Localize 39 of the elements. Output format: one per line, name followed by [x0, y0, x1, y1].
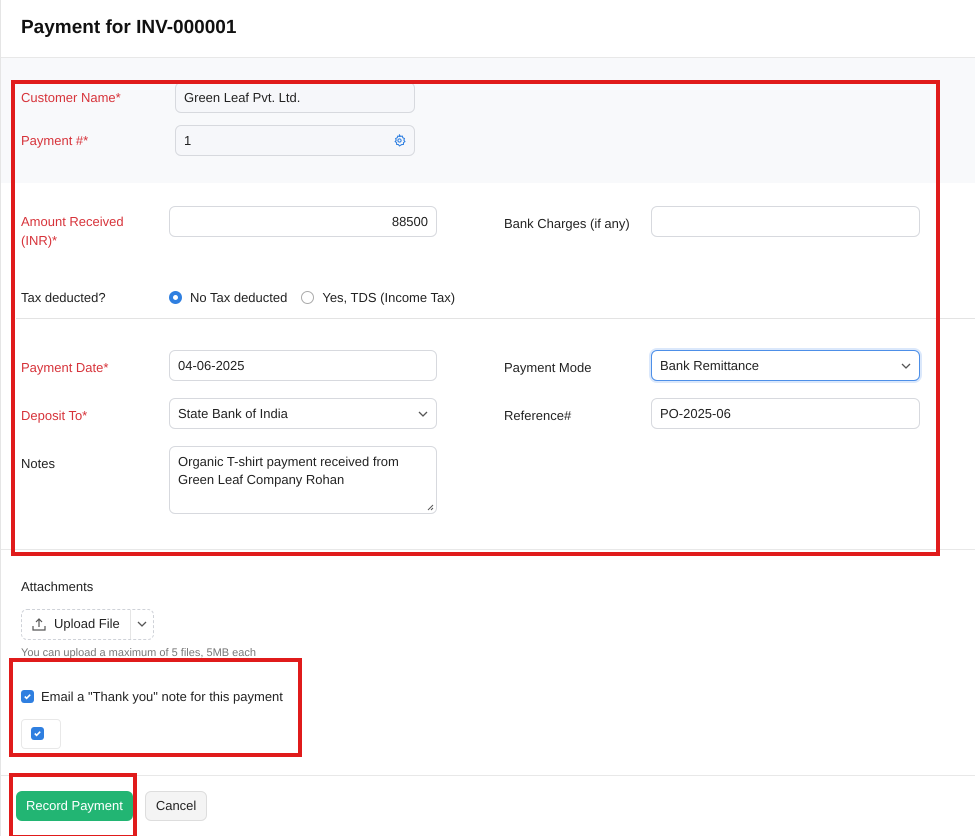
select-field[interactable]: Bank Remittance [651, 350, 920, 381]
attachments-label: Attachments [21, 578, 94, 596]
amount-field[interactable]: 88500 [169, 206, 437, 237]
radio-icon[interactable] [169, 291, 182, 304]
text-field[interactable] [651, 206, 920, 237]
text-field[interactable]: 04-06-2025 [169, 350, 437, 381]
chevron-down-icon [901, 362, 911, 368]
settings-icon[interactable] [393, 134, 406, 147]
notes-field[interactable]: Organic T-shirt payment received from Green Leaf Company Rohan [169, 446, 437, 514]
number-field[interactable]: 1 [175, 125, 415, 156]
chevron-down-icon [418, 410, 428, 416]
text-field[interactable]: PO-2025-06 [651, 398, 920, 429]
field-label: Tax deducted? [21, 289, 107, 307]
upload-hint: You can upload a maximum of 5 files, 5MB each [21, 646, 258, 660]
checkbox[interactable] [31, 727, 44, 740]
field-label: Payment Mode [504, 360, 592, 375]
upload-file-button[interactable]: Upload File [21, 608, 154, 640]
field-label: Amount Received (INR)* [21, 214, 124, 248]
field-label: Customer Name* [21, 90, 121, 104]
radio-icon[interactable] [301, 291, 314, 304]
upload-icon [32, 618, 46, 630]
secondary-button[interactable]: Cancel [144, 791, 208, 821]
checkbox[interactable] [21, 690, 34, 704]
field-label: Deposit To* [21, 408, 88, 423]
checkmark-icon [23, 692, 32, 702]
resize-handle-icon[interactable] [427, 504, 434, 511]
field-label: Notes [21, 456, 55, 471]
field-label: Payment #* [21, 132, 88, 148]
field-label: Reference# [504, 408, 572, 423]
select-field[interactable]: State Bank of India [169, 398, 437, 429]
checkmark-icon [33, 729, 42, 738]
text-field[interactable]: Green Leaf Pvt. Ltd. [175, 82, 415, 113]
radio-option[interactable]: Yes, TDS (Income Tax) [301, 288, 456, 308]
field-label: Bank Charges (if any) [504, 216, 630, 231]
field-label: Payment Date* [21, 360, 108, 375]
checkbox-label: Email a "Thank you" note for this payment [41, 688, 283, 706]
chevron-down-icon [136, 621, 147, 627]
page-title: Payment for INV-000001 [21, 16, 236, 40]
radio-option[interactable]: No Tax deducted [169, 288, 288, 308]
